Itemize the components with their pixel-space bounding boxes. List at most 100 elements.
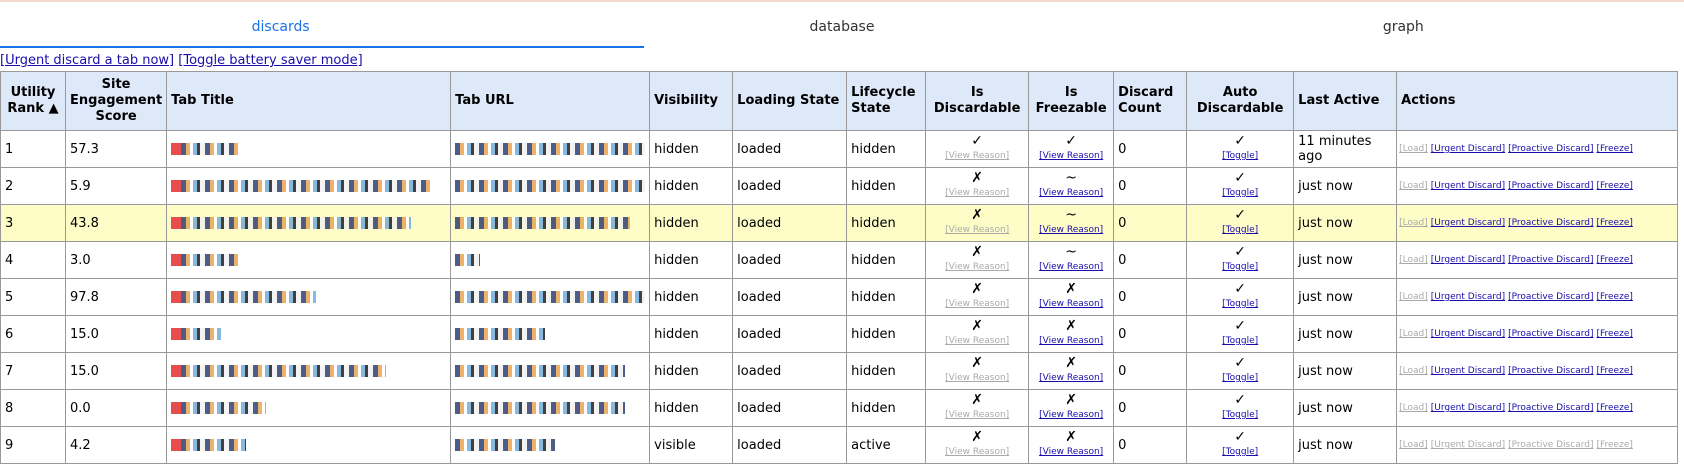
proactive-discard-link[interactable]: [Proactive Discard] [1508,366,1593,376]
load-link[interactable]: [Load] [1399,144,1428,154]
proactive-discard-link[interactable]: [Proactive Discard] [1508,403,1593,413]
redacted-title-image [181,328,222,340]
tab-discards[interactable]: discards [0,2,561,48]
auto-discardable-mark: ✓ [1234,392,1247,408]
discard-count: 0 [1113,389,1188,427]
last-active: just now [1293,352,1398,390]
header-last-active: Last Active [1293,71,1398,131]
proactive-discard-link[interactable]: [Proactive Discard] [1508,144,1593,154]
view-reason-link[interactable]: [View Reason] [1039,299,1103,309]
favicon-icon [171,180,182,192]
tab-title [166,315,452,353]
urgent-discard-link[interactable]: [Urgent Discard] [1431,144,1505,154]
toggle-link[interactable]: [Toggle] [1222,410,1258,420]
view-reason-link[interactable]: [View Reason] [945,151,1009,161]
tab-title [166,278,452,316]
urgent-discard-link[interactable]: [Urgent Discard] [1431,440,1505,450]
load-link[interactable]: [Load] [1399,181,1428,191]
view-reason-link[interactable]: [View Reason] [1039,262,1103,272]
toggle-link[interactable]: [Toggle] [1222,262,1258,272]
auto-discardable-mark: ✓ [1234,170,1247,186]
view-reason-link[interactable]: [View Reason] [1039,447,1103,457]
toggle-battery-saver-link[interactable]: [Toggle battery saver mode] [178,53,362,68]
freezable-mark: ✗ [1065,392,1078,408]
load-link[interactable]: [Load] [1399,440,1428,450]
redacted-url-image [455,291,646,303]
loading-state: loaded [732,426,848,464]
view-reason-link[interactable]: [View Reason] [945,410,1009,420]
urgent-discard-link[interactable]: [Urgent Discard] [1431,218,1505,228]
header-site-engagement: Site Engagement Score [64,71,168,131]
favicon-icon [171,291,182,303]
favicon-icon [171,143,182,155]
view-reason-link[interactable]: [View Reason] [1039,188,1103,198]
view-reason-link[interactable]: [View Reason] [1039,410,1103,420]
view-reason-link[interactable]: [View Reason] [945,188,1009,198]
discardable-mark: ✗ [971,318,984,334]
load-link[interactable]: [Load] [1399,218,1428,228]
is-discardable: ✗ [View Reason] [925,167,1030,205]
view-reason-link[interactable]: [View Reason] [945,299,1009,309]
toggle-link[interactable]: [Toggle] [1222,447,1258,457]
proactive-discard-link[interactable]: [Proactive Discard] [1508,255,1593,265]
is-freezable: ✗ [View Reason] [1028,426,1115,464]
toggle-link[interactable]: [Toggle] [1222,299,1258,309]
load-link[interactable]: [Load] [1399,403,1428,413]
view-reason-link[interactable]: [View Reason] [1039,373,1103,383]
freeze-link[interactable]: [Freeze] [1596,144,1632,154]
load-link[interactable]: [Load] [1399,366,1428,376]
view-reason-link[interactable]: [View Reason] [945,336,1009,346]
freeze-link[interactable]: [Freeze] [1596,292,1632,302]
proactive-discard-link[interactable]: [Proactive Discard] [1508,440,1593,450]
discard-count: 0 [1113,204,1188,242]
toggle-link[interactable]: [Toggle] [1222,336,1258,346]
actions: [Load] [Urgent Discard] [Proactive Discard… [1396,352,1678,390]
proactive-discard-link[interactable]: [Proactive Discard] [1508,329,1593,339]
urgent-discard-link[interactable]: [Urgent Discard] [1431,255,1505,265]
toggle-link[interactable]: [Toggle] [1222,225,1258,235]
tab-url [450,241,651,279]
urgent-discard-link[interactable]: [Urgent discard a tab now] [0,53,174,68]
toggle-link[interactable]: [Toggle] [1222,151,1258,161]
freeze-link[interactable]: [Freeze] [1596,181,1632,191]
view-reason-link[interactable]: [View Reason] [1039,151,1103,161]
urgent-discard-link[interactable]: [Urgent Discard] [1431,292,1505,302]
last-active: just now [1293,204,1398,242]
proactive-discard-link[interactable]: [Proactive Discard] [1508,218,1593,228]
freeze-link[interactable]: [Freeze] [1596,366,1632,376]
proactive-discard-link[interactable]: [Proactive Discard] [1508,181,1593,191]
view-reason-link[interactable]: [View Reason] [945,447,1009,457]
visibility: hidden [649,130,734,168]
freeze-link[interactable]: [Freeze] [1596,218,1632,228]
view-reason-link[interactable]: [View Reason] [945,373,1009,383]
tab-graph[interactable]: graph [1123,2,1684,48]
visibility: hidden [649,278,734,316]
discardable-mark: ✗ [971,207,984,223]
load-link[interactable]: [Load] [1399,255,1428,265]
load-link[interactable]: [Load] [1399,292,1428,302]
proactive-discard-link[interactable]: [Proactive Discard] [1508,292,1593,302]
toggle-link[interactable]: [Toggle] [1222,373,1258,383]
urgent-discard-link[interactable]: [Urgent Discard] [1431,181,1505,191]
load-link[interactable]: [Load] [1399,329,1428,339]
engagement-score: 57.3 [64,130,168,168]
view-reason-link[interactable]: [View Reason] [1039,336,1103,346]
tab-database[interactable]: database [561,2,1122,48]
freeze-link[interactable]: [Freeze] [1596,440,1632,450]
freeze-link[interactable]: [Freeze] [1596,403,1632,413]
toggle-link[interactable]: [Toggle] [1222,188,1258,198]
view-reason-link[interactable]: [View Reason] [945,225,1009,235]
view-reason-link[interactable]: [View Reason] [1039,225,1103,235]
urgent-discard-link[interactable]: [Urgent Discard] [1431,329,1505,339]
actions: [Load] [Urgent Discard] [Proactive Discard… [1396,315,1678,353]
redacted-url-image [455,217,631,229]
urgent-discard-link[interactable]: [Urgent Discard] [1431,366,1505,376]
urgent-discard-link[interactable]: [Urgent Discard] [1431,403,1505,413]
view-reason-link[interactable]: [View Reason] [945,262,1009,272]
freeze-link[interactable]: [Freeze] [1596,255,1632,265]
header-utility-rank[interactable]: Utility Rank ▲ [0,71,66,131]
auto-discardable: ✓ [Toggle] [1186,130,1295,168]
tab-url [450,352,651,390]
redacted-title-image [181,217,412,229]
freeze-link[interactable]: [Freeze] [1596,329,1632,339]
